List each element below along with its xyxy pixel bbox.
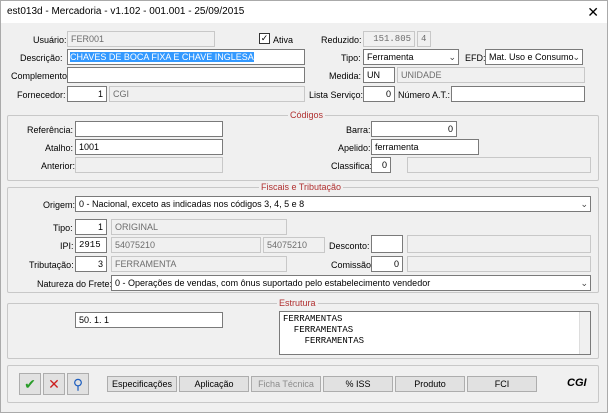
reduzido-field: 151.805 <box>363 31 415 47</box>
checkmark-icon: ✔ <box>24 376 36 392</box>
magnifier-icon: ⚲ <box>72 376 84 392</box>
ipi-label: IPI: <box>60 241 74 251</box>
chevron-down-icon: ⌄ <box>448 52 456 62</box>
title-bar: est013d - Mercadoria - v1.102 - 001.001 … <box>1 1 607 23</box>
ativa-checkbox[interactable]: ✓ <box>259 33 270 44</box>
tributacao-input[interactable]: 3 <box>75 256 107 272</box>
tipo-fiscal-input[interactable]: 1 <box>75 219 107 235</box>
tipo-label: Tipo: <box>341 53 361 63</box>
iss-button[interactable]: % ISS <box>323 376 393 392</box>
lista-servico-label: Lista Serviço: <box>309 90 364 100</box>
search-button[interactable]: ⚲ <box>67 373 89 395</box>
classifica-input[interactable]: 0 <box>371 157 391 173</box>
chevron-down-icon: ⌄ <box>580 199 588 209</box>
anterior-field <box>75 157 223 173</box>
origem-value: 0 - Nacional, exceto as indicadas nos có… <box>79 199 305 209</box>
desconto-desc-field <box>407 235 591 253</box>
natureza-frete-value: 0 - Operações de vendas, com ônus suport… <box>115 278 431 288</box>
ativa-label: Ativa <box>273 35 294 45</box>
aplicacao-button[interactable]: Aplicação <box>179 376 249 392</box>
chevron-down-icon: ⌄ <box>580 278 588 288</box>
fornecedor-input[interactable]: 1 <box>67 86 107 102</box>
barra-input[interactable]: 0 <box>371 121 457 137</box>
window-title: est013d - Mercadoria - v1.102 - 001.001 … <box>7 6 245 17</box>
ipi-input[interactable]: 2915 <box>75 237 107 253</box>
descricao-selected-text: CHAVES DE BOCA FIXA E CHAVE INGLESA <box>70 52 254 62</box>
desconto-label: Desconto: <box>329 241 370 251</box>
main-window: est013d - Mercadoria - v1.102 - 001.001 … <box>0 0 608 413</box>
efd-label: EFD: <box>465 53 486 63</box>
estrutura-tree[interactable]: FERRAMENTAS FERRAMENTAS FERRAMENTAS <box>279 311 591 355</box>
apelido-label: Apelido: <box>338 143 371 153</box>
usuario-label: Usuário: <box>33 35 67 45</box>
comissao-label: Comissão: <box>331 260 374 270</box>
tributacao-desc-field: FERRAMENTA <box>111 256 287 272</box>
natureza-frete-select[interactable]: 0 - Operações de vendas, com ônus suport… <box>111 275 591 291</box>
complemento-input[interactable] <box>67 67 305 83</box>
numero-at-label: Número A.T.: <box>398 90 451 100</box>
fornecedor-label: Fornecedor: <box>17 90 66 100</box>
tipo-fiscal-desc-field: ORIGINAL <box>111 219 287 235</box>
medida-input[interactable]: UN <box>363 67 395 83</box>
comissao-input[interactable]: 0 <box>371 256 403 272</box>
barra-label: Barra: <box>346 125 371 135</box>
classifica-label: Classifica: <box>331 161 373 171</box>
numero-at-input[interactable] <box>451 86 585 102</box>
tree-node[interactable]: FERRAMENTAS <box>283 325 587 336</box>
origem-select[interactable]: 0 - Nacional, exceto as indicadas nos có… <box>75 196 591 212</box>
fci-button[interactable]: FCI <box>467 376 537 392</box>
efd-select[interactable]: Mat. Uso e Consumo ⌄ <box>485 49 583 65</box>
cgi-logo: CGI <box>567 377 587 389</box>
ipi-ncm-field-2: 54075210 <box>263 237 325 253</box>
lista-servico-input[interactable]: 0 <box>363 86 395 102</box>
codigos-title: Códigos <box>288 110 326 120</box>
apelido-input[interactable]: ferramenta <box>371 139 479 155</box>
tree-scrollbar[interactable] <box>579 312 590 354</box>
efd-value: Mat. Uso e Consumo <box>489 52 574 62</box>
descricao-input[interactable]: CHAVES DE BOCA FIXA E CHAVE INGLESA <box>67 49 305 65</box>
tree-node[interactable]: FERRAMENTAS <box>283 314 587 325</box>
origem-label: Origem: <box>43 200 76 210</box>
estrutura-code-input[interactable]: 50. 1. 1 <box>75 312 223 328</box>
tributacao-label: Tributação: <box>29 260 74 270</box>
referencia-input[interactable] <box>75 121 223 137</box>
x-icon: ✕ <box>48 376 60 392</box>
fiscais-title: Fiscais e Tributação <box>259 182 344 192</box>
ipi-ncm-field: 54075210 <box>111 237 261 253</box>
close-icon[interactable]: ✕ <box>587 4 599 21</box>
ficha-tecnica-button[interactable]: Ficha Técnica <box>251 376 321 392</box>
natureza-frete-label: Natureza do Frete: <box>37 279 113 289</box>
estrutura-title: Estrutura <box>277 298 318 308</box>
reduzido-label: Reduzido: <box>321 35 362 45</box>
chevron-down-icon: ⌄ <box>572 52 580 62</box>
medida-desc-field: UNIDADE <box>397 67 585 83</box>
fornecedor-nome-field: CGI <box>109 86 305 102</box>
tipo-select[interactable]: Ferramenta ⌄ <box>363 49 459 65</box>
desconto-input[interactable] <box>371 235 403 253</box>
referencia-label: Referência: <box>27 125 74 135</box>
classifica-desc-field <box>407 157 591 173</box>
usuario-field: FER001 <box>67 31 215 47</box>
especificacoes-button[interactable]: Especificações <box>107 376 177 392</box>
atalho-input[interactable]: 1001 <box>75 139 223 155</box>
tipo-fiscal-label: Tipo: <box>53 223 73 233</box>
comissao-desc-field <box>407 256 591 272</box>
medida-label: Medida: <box>329 71 362 81</box>
cancel-button[interactable]: ✕ <box>43 373 65 395</box>
complemento-label: Complemento: <box>11 71 70 81</box>
tree-node[interactable]: FERRAMENTAS <box>283 336 587 347</box>
atalho-label: Atalho: <box>45 143 74 153</box>
ok-button[interactable]: ✔ <box>19 373 41 395</box>
reduzido-dv-field: 4 <box>417 31 431 47</box>
produto-button[interactable]: Produto <box>395 376 465 392</box>
descricao-label: Descrição: <box>20 53 63 63</box>
anterior-label: Anterior: <box>41 161 76 171</box>
tipo-value: Ferramenta <box>367 52 414 62</box>
